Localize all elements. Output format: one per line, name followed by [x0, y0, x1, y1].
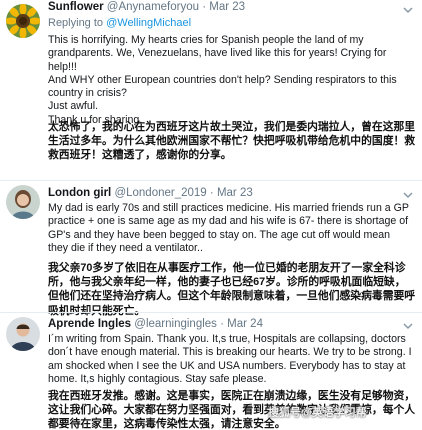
- chinese-translation: 太恐怖了，我的心在为西班牙这片故土哭泣，我们是委内瑞拉人，曾在这那里生活过多年。…: [48, 121, 416, 162]
- watermark: 搜狐号@英语学习帮: [268, 407, 367, 419]
- tweet-paragraph: This is horrifying. My hearts cries for …: [48, 34, 387, 73]
- chinese-translation: 我父亲70多岁了依旧在从事医疗工作，他一位已婚的老朋友开了一家全科诊所，他与我父…: [48, 262, 416, 317]
- mention-link[interactable]: @WellingMichael: [106, 17, 191, 29]
- sunflower-avatar[interactable]: [6, 4, 40, 38]
- tweet-date[interactable]: Mar 23: [217, 187, 253, 199]
- tweet-text: I´m writing from Spain. Thank you. It,s …: [48, 333, 412, 386]
- tweet-paragraph: And WHY other European countries don't h…: [48, 73, 397, 100]
- sunflower-avatar-image: [6, 4, 40, 38]
- tweet-header: London girl @Londoner_2019 · Mar 23: [48, 187, 253, 199]
- tweet-text: My dad is early 70s and still practices …: [48, 202, 412, 255]
- tweet-header: Aprende Ingles @learningingles · Mar 24: [48, 318, 263, 330]
- display-name[interactable]: Sunflower: [48, 1, 104, 13]
- tweet-paragraph: My dad is early 70s and still practices …: [48, 202, 409, 254]
- user-handle[interactable]: @learningingles: [134, 318, 217, 330]
- tweet-sunflower[interactable]: Sunflower @Anynameforyou · Mar 23 Replyi…: [0, 0, 422, 178]
- chevron-down-icon[interactable]: [402, 189, 414, 201]
- tweet-text: This is horrifying. My hearts cries for …: [48, 34, 412, 127]
- tweet-paragraph: I´m writing from Spain. Thank you. It,s …: [48, 333, 412, 385]
- separator-dot: ·: [209, 187, 214, 199]
- display-name[interactable]: London girl: [48, 187, 111, 199]
- tweet-london-girl[interactable]: London girl @Londoner_2019 · Mar 23 My d…: [0, 181, 422, 317]
- user-handle[interactable]: @Londoner_2019: [114, 187, 206, 199]
- separator-dot: ·: [220, 318, 224, 330]
- replying-to: Replying to @WellingMichael: [48, 17, 191, 29]
- chevron-down-icon[interactable]: [402, 4, 414, 16]
- user-handle[interactable]: @Anynameforyou: [107, 1, 199, 13]
- tweet-header: Sunflower @Anynameforyou · Mar 23: [48, 1, 245, 13]
- aprende-ingles-avatar[interactable]: [6, 317, 40, 351]
- display-name[interactable]: Aprende Ingles: [48, 318, 131, 330]
- chevron-down-icon[interactable]: [402, 320, 414, 332]
- tweet-paragraph: Just awful.: [48, 100, 99, 113]
- london-girl-avatar-image: [6, 185, 40, 219]
- separator-dot: ·: [202, 1, 207, 13]
- replying-prefix: Replying to: [48, 17, 107, 29]
- aprende-ingles-avatar-image: [6, 317, 40, 351]
- london-girl-avatar[interactable]: [6, 185, 40, 219]
- tweet-date[interactable]: Mar 24: [227, 318, 263, 330]
- tweet-date[interactable]: Mar 23: [209, 1, 245, 13]
